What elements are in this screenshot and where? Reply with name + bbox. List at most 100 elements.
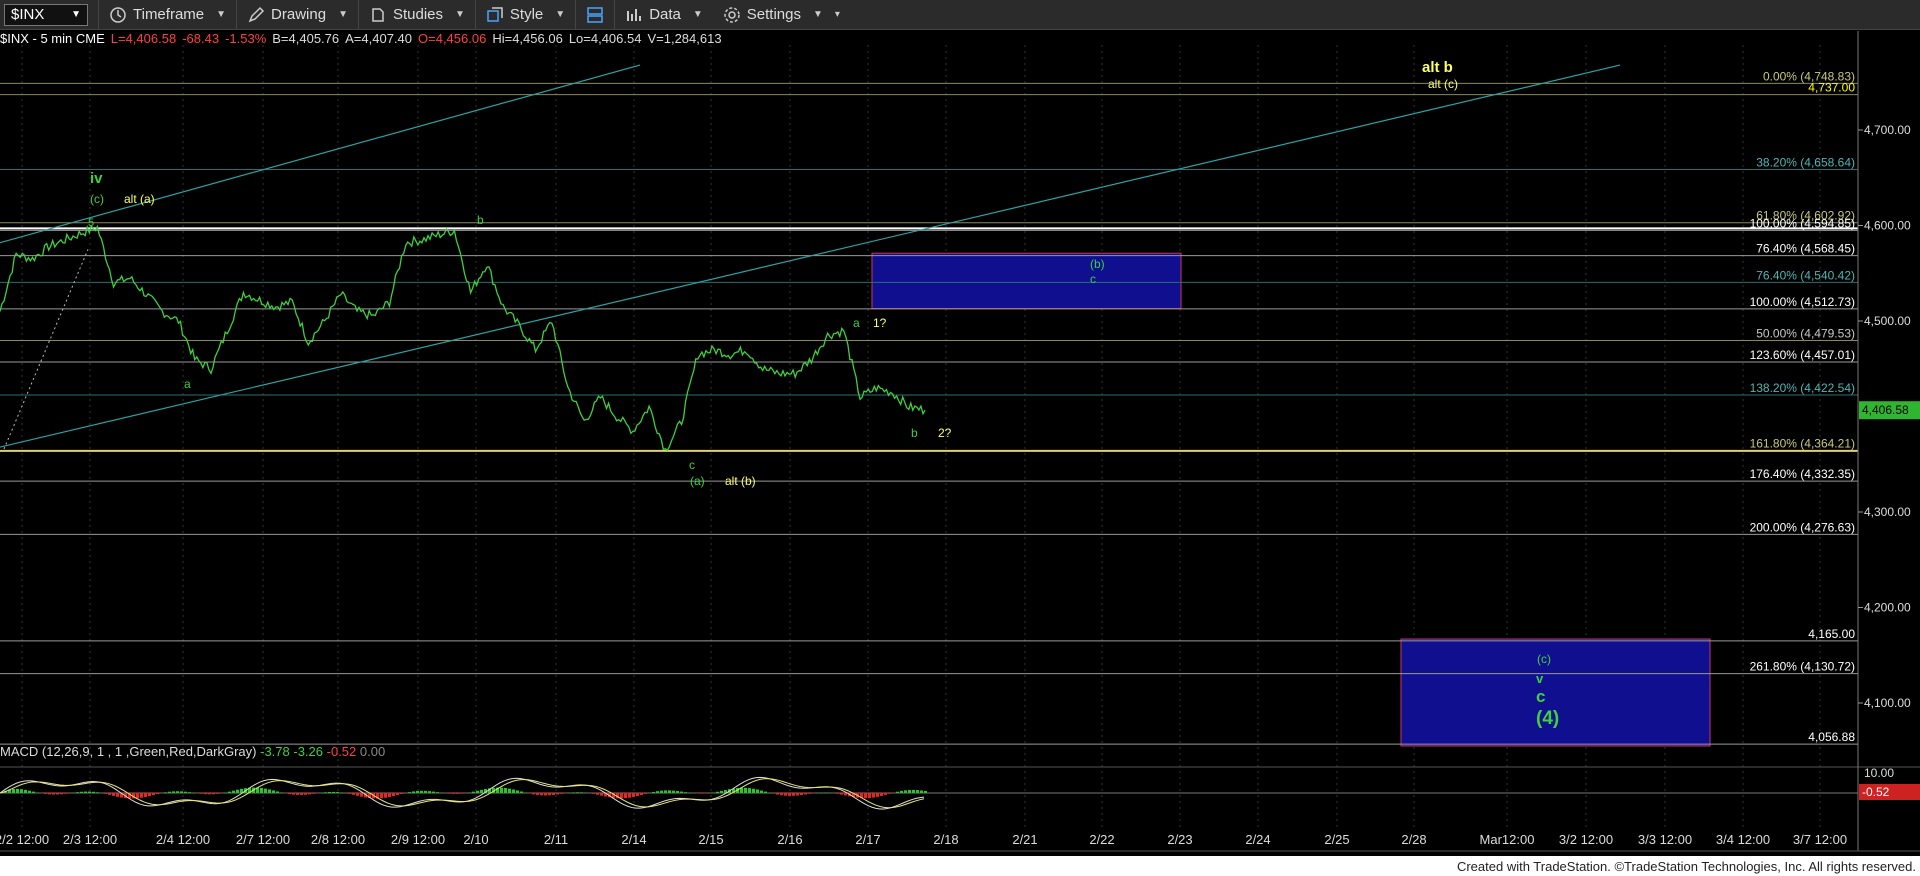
macd-histogram-bar	[796, 793, 799, 796]
wave-label: 1?	[873, 316, 887, 330]
data-menu[interactable]: Data ▼	[615, 0, 713, 30]
macd-histogram-bar	[180, 791, 183, 793]
wave-label: c	[689, 458, 695, 472]
axis-tick-label: 4,300.00	[1864, 505, 1911, 519]
studies-icon	[372, 7, 384, 22]
style-icon	[487, 6, 503, 22]
macd-histogram-bar	[912, 789, 915, 793]
macd-info: MACD (12,26,9, 1 , 1 ,Green,Red,DarkGray…	[0, 744, 385, 759]
macd-histogram-bar	[772, 793, 775, 794]
macd-histogram-bar	[432, 791, 435, 793]
macd-histogram-bar	[236, 789, 239, 793]
macd-histogram-bar	[508, 788, 511, 793]
chevron-down-icon: ▼	[71, 9, 81, 20]
macd-histogram-bar	[532, 793, 535, 795]
macd-label: MACD (12,26,9, 1 , 1 ,Green,Red,DarkGray…	[0, 744, 257, 759]
time-axis-label: 2/18	[933, 832, 958, 847]
macd-histogram-bar	[52, 793, 55, 795]
macd-histogram-bar	[424, 790, 427, 793]
channel-upper-line	[0, 64, 641, 244]
dotted-trend-line	[3, 249, 89, 450]
chevron-down-icon: ▼	[216, 9, 227, 20]
macd-histogram-bar	[32, 791, 35, 793]
macd-histogram-bar	[544, 793, 547, 796]
settings-label: Settings	[746, 6, 801, 23]
macd-histogram-bar	[536, 793, 539, 795]
macd-histogram-bar	[836, 793, 839, 794]
price-axis: 4,700.00 4,600.00 4,500.00 4,300.00 4,200.00…	[1857, 31, 1920, 851]
macd-histogram-bar	[384, 793, 387, 798]
macd-histogram-bar	[104, 793, 107, 794]
macd-histogram-bar	[16, 788, 19, 793]
wave-label: alt b	[1422, 59, 1453, 76]
macd-histogram-bar	[572, 792, 575, 793]
macd-histogram-bar	[548, 793, 551, 796]
macd-histogram-bar	[260, 787, 263, 793]
wave-label: (4)	[1536, 708, 1559, 729]
drawing-menu[interactable]: Drawing ▼	[237, 0, 359, 30]
fib-label: 100.00% (4,512.73)	[1750, 295, 1855, 309]
fib-label: 76.40% (4,568.45)	[1756, 242, 1855, 256]
macd-histogram-bar	[412, 791, 415, 793]
macd-histogram-bar	[756, 789, 759, 793]
macd-histogram-bar	[784, 793, 787, 796]
macd-histogram-bar	[920, 790, 923, 793]
info-open: O=4,456.06	[418, 31, 487, 46]
macd-histogram-bar	[352, 793, 355, 795]
macd-histogram-bar	[148, 793, 151, 797]
macd-histogram-bar	[680, 791, 683, 793]
wave-label: v	[1536, 671, 1544, 686]
fib-label: 4,165.00	[1808, 627, 1855, 641]
timeframe-menu[interactable]: Timeframe ▼	[98, 0, 238, 30]
time-axis-label: 2/22	[1089, 832, 1114, 847]
layout-button[interactable]	[576, 0, 616, 30]
wave-label: a	[184, 377, 191, 391]
time-axis-label: 2/21	[1012, 832, 1037, 847]
macd-histogram-bar	[360, 793, 363, 797]
target-zones	[871, 252, 1711, 747]
time-axis-label: 2/17	[855, 832, 880, 847]
macd-histogram-bar	[640, 793, 643, 795]
axis-tick-label: 4,100.00	[1864, 696, 1911, 710]
symbol-input[interactable]: $INX ▼	[4, 3, 88, 26]
timeframe-label: Timeframe	[133, 6, 205, 23]
macd-histogram-bar	[636, 793, 639, 797]
info-volume: V=1,284,613	[647, 31, 722, 46]
macd-histogram-bar	[420, 790, 423, 793]
time-axis-label: 2/2 12:00	[0, 832, 49, 847]
macd-histogram-bar	[632, 793, 635, 797]
footer-credit: Created with TradeStation. ©TradeStation…	[1456, 859, 1916, 874]
wave-label: (c)	[1537, 652, 1551, 666]
settings-menu[interactable]: Settings ▼ ▾	[713, 0, 850, 30]
macd-panel	[0, 766, 1920, 810]
style-menu[interactable]: Style ▼	[476, 0, 577, 30]
wave-label: b	[911, 426, 918, 440]
macd-histogram-bar	[272, 790, 275, 793]
time-axis-label: 2/25	[1324, 832, 1349, 847]
time-axis-label: 2/8 12:00	[311, 832, 365, 847]
wave-label: (b)	[1090, 257, 1105, 271]
fib-label: 100.00% (4,594.85)	[1750, 216, 1855, 230]
macd-histogram-bar	[644, 793, 647, 794]
macd-histogram-bar	[776, 793, 779, 795]
macd-histogram-bar	[592, 793, 595, 794]
clock-icon	[110, 6, 126, 23]
macd-histogram-bar	[456, 793, 459, 794]
macd-histogram-bar	[540, 793, 543, 796]
fib-label: 4,056.88	[1808, 730, 1855, 744]
macd-histogram-bar	[516, 790, 519, 793]
wave-label: alt (a)	[124, 192, 155, 206]
wave-label: b	[477, 213, 484, 227]
macd-histogram-bar	[84, 791, 87, 793]
info-title: $INX - 5 min CME	[0, 31, 105, 46]
fib-label: 76.40% (4,540.42)	[1756, 268, 1855, 282]
time-axis-label: 2/24	[1245, 832, 1270, 847]
macd-current-label: -0.52	[1862, 785, 1890, 799]
macd-histogram-bar	[560, 793, 563, 794]
macd-histogram-bar	[808, 793, 811, 794]
studies-menu[interactable]: Studies ▼	[359, 0, 476, 30]
macd-histogram-bar	[356, 793, 359, 796]
macd-histogram-bar	[620, 793, 623, 799]
drawing-label: Drawing	[271, 6, 327, 23]
wave-labels: iv(c) alt (a)5abc(a) alt (b)a 1?b 2?(b)calt …	[88, 59, 1559, 729]
